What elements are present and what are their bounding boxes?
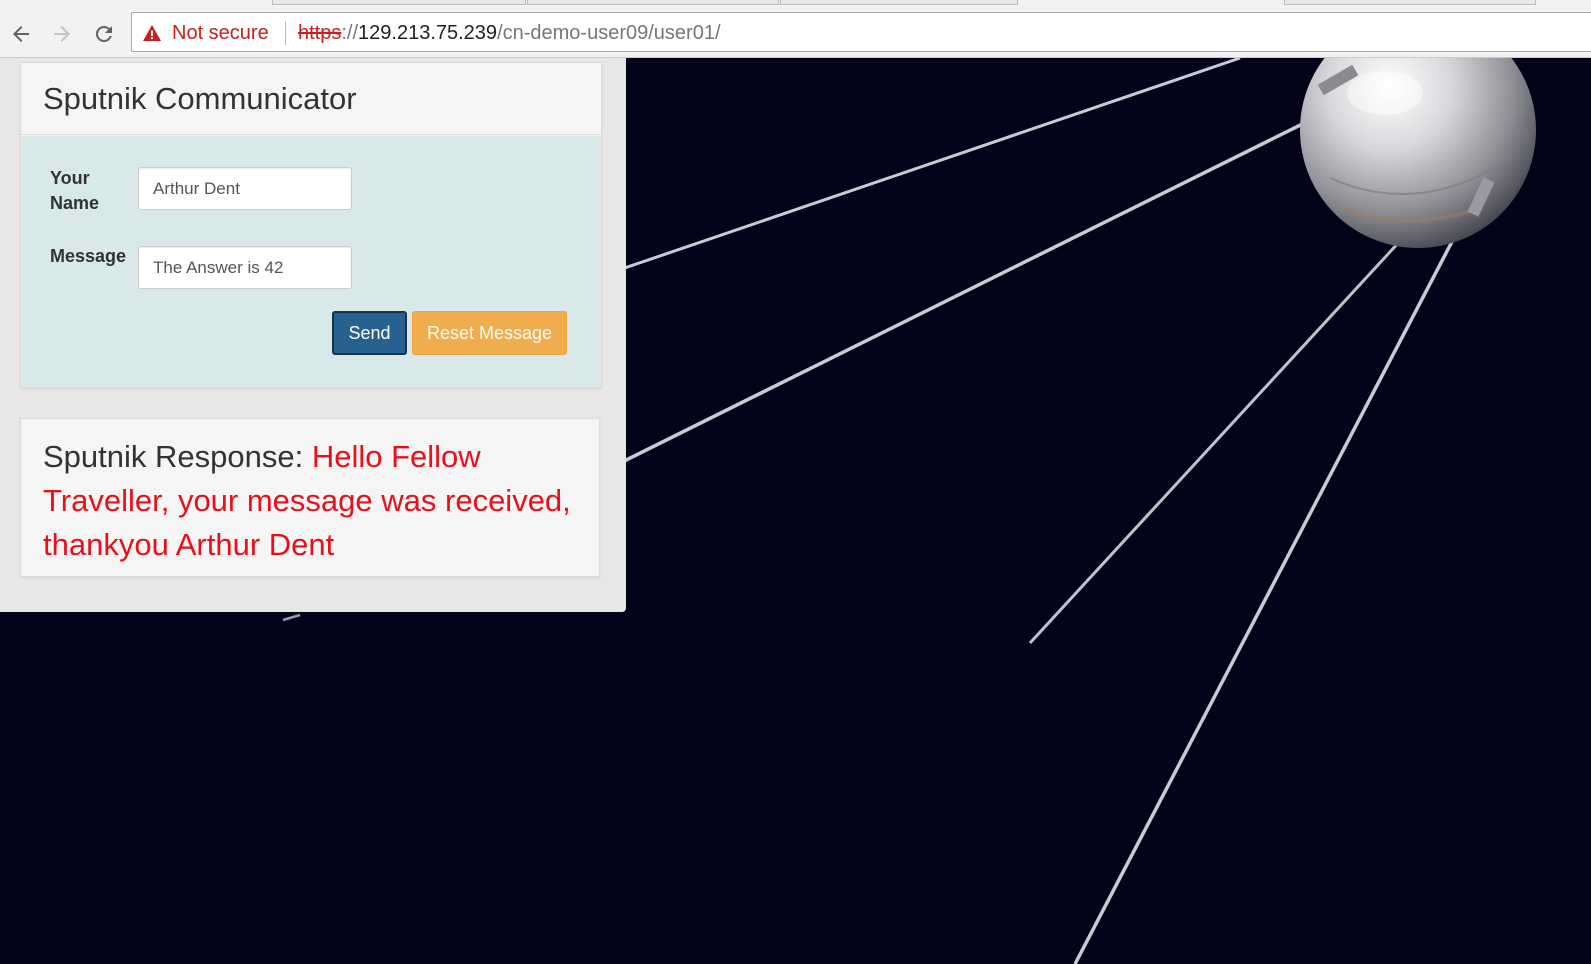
forward-button[interactable] [46,18,78,50]
arrow-right-icon [54,26,70,42]
url-host: 129.213.75.239 [358,22,498,44]
browser-toolbar: Not secure https://129.213.75.239/cn-dem… [0,10,1591,58]
url-scheme: https [298,22,342,44]
browser-tab[interactable] [780,0,1018,5]
reset-message-button[interactable]: Reset Message [412,311,567,355]
warning-triangle-icon[interactable] [142,23,162,43]
name-label-line2: Name [50,193,100,213]
response-text: Sputnik Response: Hello Fellow Traveller… [43,435,577,567]
left-panel: Sputnik Communicator Your Name Message S… [0,58,626,612]
address-bar[interactable]: Not secure https://129.213.75.239/cn-dem… [131,12,1591,52]
reload-icon [95,25,112,42]
url-path: /cn-demo-user09/user01/ [497,22,721,44]
back-button[interactable] [5,18,37,50]
name-label: Your Name [50,166,99,216]
message-input[interactable] [138,246,352,289]
response-card: Sputnik Response: Hello Fellow Traveller… [20,418,600,577]
browser-tab[interactable] [1284,0,1536,5]
communicator-form: Your Name Message Send Reset Message [21,136,601,387]
message-label: Message [50,246,127,266]
url-text[interactable]: https://129.213.75.239/cn-demo-user09/us… [298,21,721,45]
name-label-line1: Your [50,168,90,188]
name-input[interactable] [138,167,352,210]
omnibox-divider [285,21,286,45]
url-separator: :// [341,22,359,44]
communicator-card: Sputnik Communicator Your Name Message S… [20,62,602,388]
communicator-title: Sputnik Communicator [21,63,601,135]
browser-tab[interactable] [527,0,779,5]
browser-tab[interactable] [272,0,526,5]
tab-strip [0,0,1591,10]
response-prefix: Sputnik Response: [43,439,312,474]
not-secure-label[interactable]: Not secure [172,21,269,45]
reload-button[interactable] [88,18,120,50]
send-button[interactable]: Send [332,311,407,355]
arrow-left-icon [13,26,29,42]
